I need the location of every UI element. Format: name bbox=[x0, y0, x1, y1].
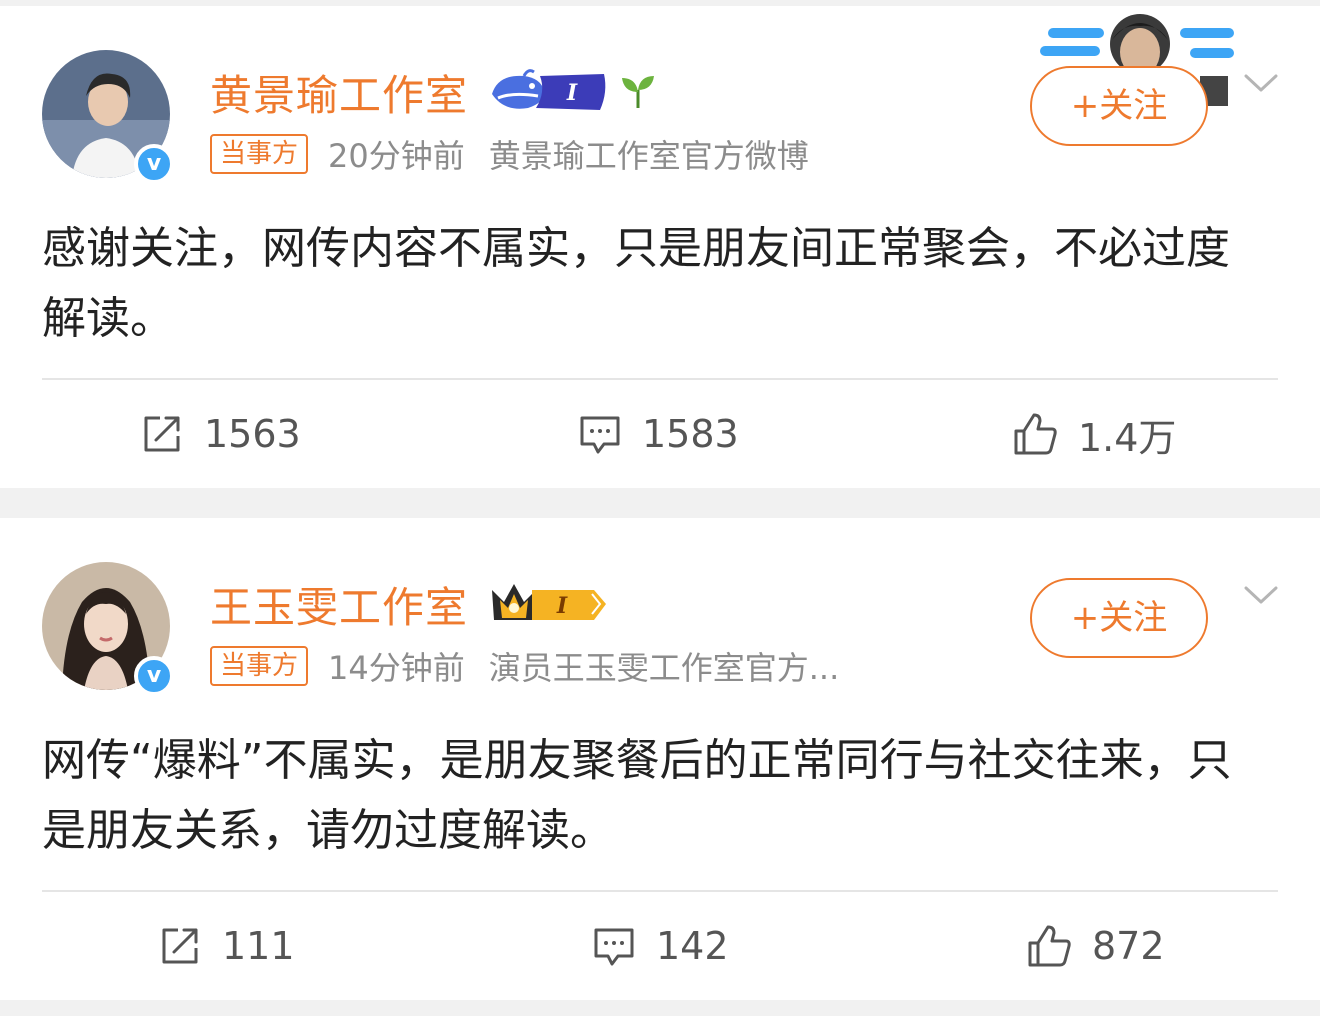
crown-vip-badge-icon[interactable]: I bbox=[488, 580, 608, 624]
sprout-icon bbox=[622, 76, 654, 108]
repost-count: 1563 bbox=[204, 412, 301, 456]
post-time: 14分钟前 bbox=[328, 649, 465, 687]
post-text: 网传“爆料”不属实，是朋友聚餐后的正常同行与社交往来，只是朋友关系，请勿过度解读… bbox=[42, 735, 1232, 856]
chevron-down-icon[interactable] bbox=[1244, 580, 1278, 614]
whale-vip-badge-icon[interactable]: I bbox=[488, 68, 608, 112]
post-meta: 当事方 14分钟前 演员王玉雯工作室官方... bbox=[210, 646, 840, 687]
post-meta: 当事方 20分钟前 黄景瑜工作室官方微博 bbox=[210, 134, 809, 175]
like-count: 872 bbox=[1092, 924, 1165, 968]
comment-count: 1583 bbox=[642, 412, 739, 456]
divider bbox=[42, 890, 1278, 892]
account-name[interactable]: 王玉雯工作室 bbox=[210, 574, 468, 635]
repost-button[interactable]: 111 bbox=[158, 918, 295, 974]
follow-button[interactable]: +关注 bbox=[1030, 66, 1208, 146]
verified-icon: v bbox=[134, 656, 174, 696]
action-bar: 1563 1583 1.4万 bbox=[0, 406, 1320, 462]
like-count: 1.4万 bbox=[1078, 415, 1177, 460]
like-icon bbox=[1014, 413, 1057, 455]
avatar[interactable]: v bbox=[42, 562, 174, 696]
comment-button[interactable]: 142 bbox=[592, 918, 729, 974]
chevron-down-icon[interactable] bbox=[1244, 68, 1278, 102]
follow-button[interactable]: +关注 bbox=[1030, 578, 1208, 658]
comment-count: 142 bbox=[656, 924, 729, 968]
comment-button[interactable]: 1583 bbox=[578, 406, 739, 462]
like-button[interactable]: 1.4万 bbox=[1012, 406, 1176, 462]
repost-button[interactable]: 1563 bbox=[140, 406, 301, 462]
repost-count: 111 bbox=[222, 924, 295, 968]
weibo-post-card: v 王玉雯工作室 I 当事方 14分钟前 演员王玉雯工作室官方... +关注 网… bbox=[0, 518, 1320, 1000]
post-source: 黄景瑜工作室官方微博 bbox=[488, 137, 809, 175]
like-button[interactable]: 872 bbox=[1026, 918, 1165, 974]
post-time: 20分钟前 bbox=[328, 137, 465, 175]
badge-level: I bbox=[556, 593, 568, 619]
comment-icon bbox=[580, 416, 620, 454]
party-tag: 当事方 bbox=[210, 646, 309, 686]
repost-icon bbox=[144, 416, 180, 452]
like-icon bbox=[1028, 925, 1071, 967]
divider bbox=[42, 378, 1278, 380]
comment-icon bbox=[594, 928, 634, 966]
weibo-post-card: v 黄景瑜工作室 I 当事方 20分钟前 黄景瑜工作室官方微博 +关注 感谢关注… bbox=[0, 6, 1320, 488]
verified-icon: v bbox=[134, 144, 174, 184]
post-text: 感谢关注，网传内容不属实，只是朋友间正常聚会，不必过度解读。 bbox=[42, 223, 1230, 344]
badge-level: I bbox=[566, 80, 578, 106]
party-tag: 当事方 bbox=[210, 134, 309, 174]
post-source: 演员王玉雯工作室官方... bbox=[488, 649, 840, 687]
repost-icon bbox=[162, 928, 198, 964]
avatar[interactable]: v bbox=[42, 50, 174, 184]
action-bar: 111 142 872 bbox=[0, 918, 1320, 974]
account-name[interactable]: 黄景瑜工作室 bbox=[210, 62, 468, 123]
